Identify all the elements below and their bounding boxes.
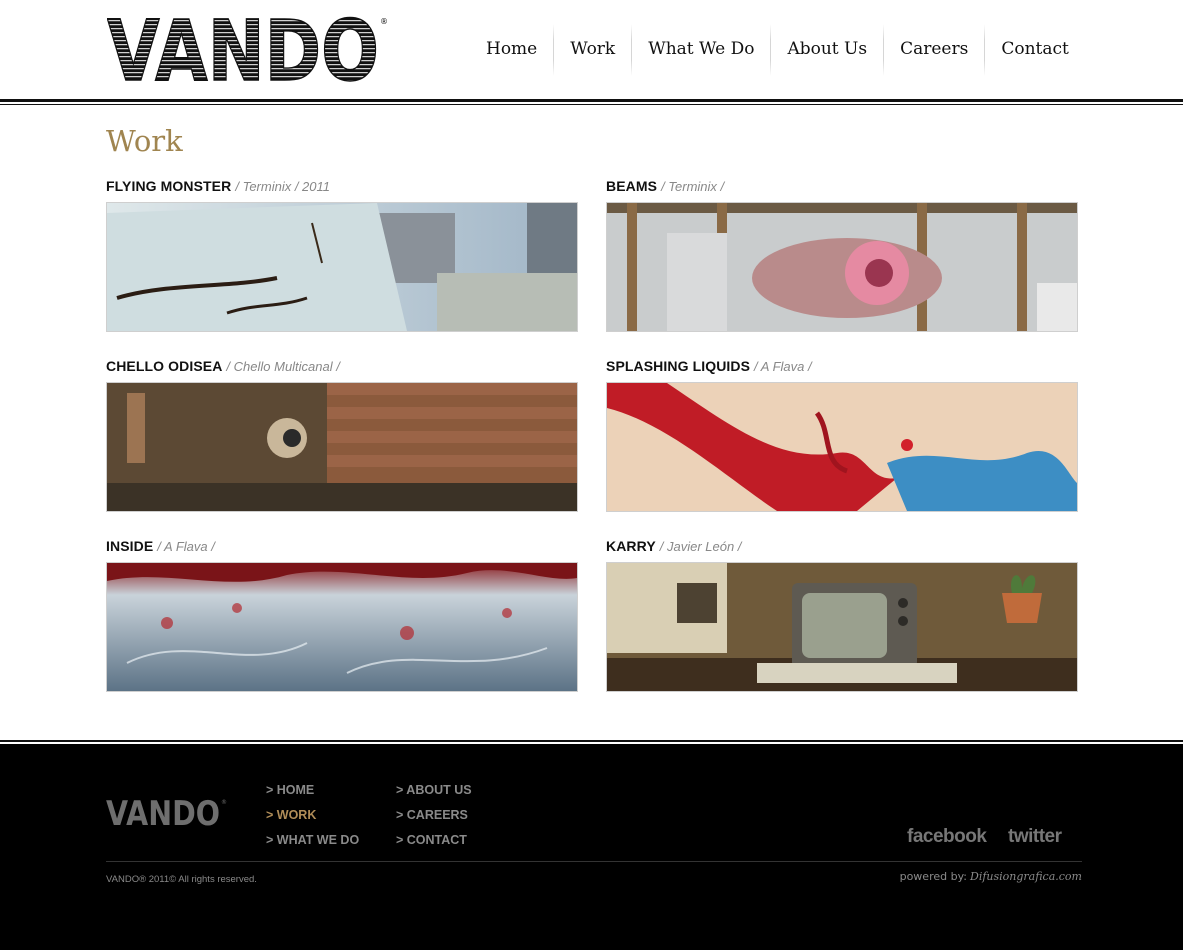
- nav-work[interactable]: Work: [554, 24, 631, 76]
- work-item-karry: KARRY / Javier León /: [606, 538, 1078, 692]
- work-title[interactable]: CHELLO ODISEA: [106, 358, 222, 374]
- work-caption: INSIDE / A Flava /: [106, 538, 578, 560]
- vando-footer-logo[interactable]: VANDO ®: [106, 796, 228, 828]
- work-title[interactable]: KARRY: [606, 538, 656, 554]
- powered-by-link[interactable]: Difusiongrafica.com: [970, 870, 1082, 883]
- work-thumbnail-flying-monster[interactable]: [106, 202, 578, 332]
- header-divider-thin: [0, 104, 1183, 105]
- nav-about-us[interactable]: About Us: [771, 24, 883, 76]
- work-title[interactable]: SPLASHING LIQUIDS: [606, 358, 750, 374]
- work-item-beams: BEAMS / Terminix /: [606, 178, 1078, 332]
- footer-divider: [106, 861, 1082, 862]
- work-title[interactable]: FLYING MONSTER: [106, 178, 231, 194]
- svg-text:®: ®: [380, 17, 388, 26]
- work-caption: CHELLO ODISEA / Chello Multicanal /: [106, 358, 578, 380]
- work-client: / A Flava /: [157, 539, 215, 554]
- svg-text:VANDO: VANDO: [106, 796, 220, 828]
- footer-link-what-we-do[interactable]: > WHAT WE DO: [266, 828, 359, 853]
- thumbnail-image: [107, 383, 577, 511]
- footer-link-work[interactable]: > WORK: [266, 803, 359, 828]
- footer-link-about-us[interactable]: > ABOUT US: [396, 778, 472, 803]
- powered-by: powered by: Difusiongrafica.com: [900, 870, 1082, 883]
- work-client: / Terminix / 2011: [235, 179, 330, 194]
- work-caption: SPLASHING LIQUIDS / A Flava /: [606, 358, 1078, 380]
- thumbnail-image: [607, 383, 1077, 511]
- vando-logo[interactable]: VANDO ®: [107, 14, 389, 84]
- site-header: VANDO ® Home Work What We Do About Us Ca…: [0, 0, 1183, 104]
- facebook-link[interactable]: facebook: [907, 826, 987, 848]
- thumbnail-image: [107, 563, 577, 691]
- footer-link-contact[interactable]: > CONTACT: [396, 828, 472, 853]
- work-client: / Terminix /: [661, 179, 725, 194]
- work-item-flying-monster: FLYING MONSTER / Terminix / 2011: [106, 178, 578, 332]
- main-nav: Home Work What We Do About Us Careers Co…: [470, 24, 1085, 76]
- thumbnail-image: [107, 203, 577, 331]
- work-client: / Chello Multicanal /: [226, 359, 340, 374]
- work-thumbnail-beams[interactable]: [606, 202, 1078, 332]
- work-item-splashing-liquids: SPLASHING LIQUIDS / A Flava /: [606, 358, 1078, 512]
- work-caption: KARRY / Javier León /: [606, 538, 1078, 560]
- nav-what-we-do[interactable]: What We Do: [632, 24, 770, 76]
- work-thumbnail-karry[interactable]: [606, 562, 1078, 692]
- site-footer: VANDO ® > HOME > WORK > WHAT WE DO > ABO…: [0, 744, 1183, 950]
- footer-link-home[interactable]: > HOME: [266, 778, 359, 803]
- thumbnail-image: [607, 203, 1077, 331]
- work-item-chello-odisea: CHELLO ODISEA / Chello Multicanal /: [106, 358, 578, 512]
- footer-divider-top: [0, 740, 1183, 742]
- work-item-inside: INSIDE / A Flava /: [106, 538, 578, 692]
- work-caption: FLYING MONSTER / Terminix / 2011: [106, 178, 578, 200]
- thumbnail-image: [607, 563, 1077, 691]
- footer-links-col2: > ABOUT US > CAREERS > CONTACT: [396, 778, 472, 853]
- svg-text:VANDO: VANDO: [107, 14, 379, 84]
- copyright-text: VANDO® 2011© All rights reserved.: [106, 874, 257, 885]
- work-thumbnail-inside[interactable]: [106, 562, 578, 692]
- work-title[interactable]: BEAMS: [606, 178, 657, 194]
- work-title[interactable]: INSIDE: [106, 538, 153, 554]
- work-client: / A Flava /: [754, 359, 812, 374]
- footer-link-careers[interactable]: > CAREERS: [396, 803, 472, 828]
- twitter-link[interactable]: twitter: [1008, 826, 1062, 848]
- work-caption: BEAMS / Terminix /: [606, 178, 1078, 200]
- work-client: / Javier León /: [659, 539, 742, 554]
- nav-careers[interactable]: Careers: [884, 24, 984, 76]
- work-thumbnail-splashing-liquids[interactable]: [606, 382, 1078, 512]
- page-title: Work: [106, 124, 183, 158]
- header-divider: [0, 99, 1183, 102]
- nav-contact[interactable]: Contact: [985, 24, 1085, 76]
- work-thumbnail-chello-odisea[interactable]: [106, 382, 578, 512]
- powered-by-label: powered by:: [899, 870, 967, 883]
- footer-links-col1: > HOME > WORK > WHAT WE DO: [266, 778, 359, 853]
- nav-home[interactable]: Home: [470, 24, 553, 76]
- svg-text:®: ®: [221, 799, 227, 806]
